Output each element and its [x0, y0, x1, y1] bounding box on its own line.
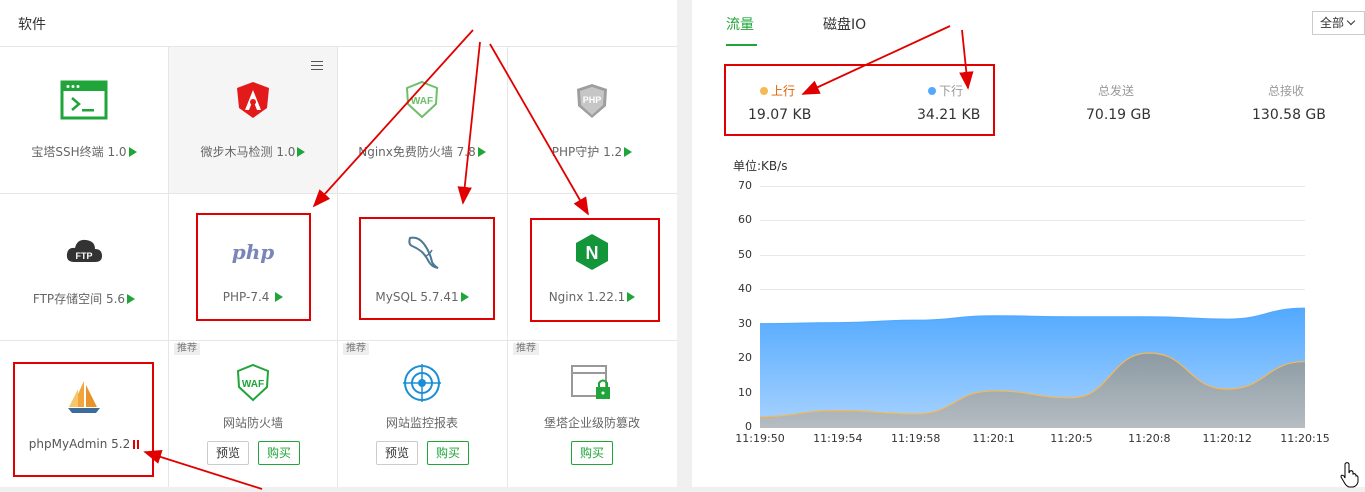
annotation-arrows	[143, 25, 974, 490]
hand-cursor-icon	[1340, 462, 1359, 488]
